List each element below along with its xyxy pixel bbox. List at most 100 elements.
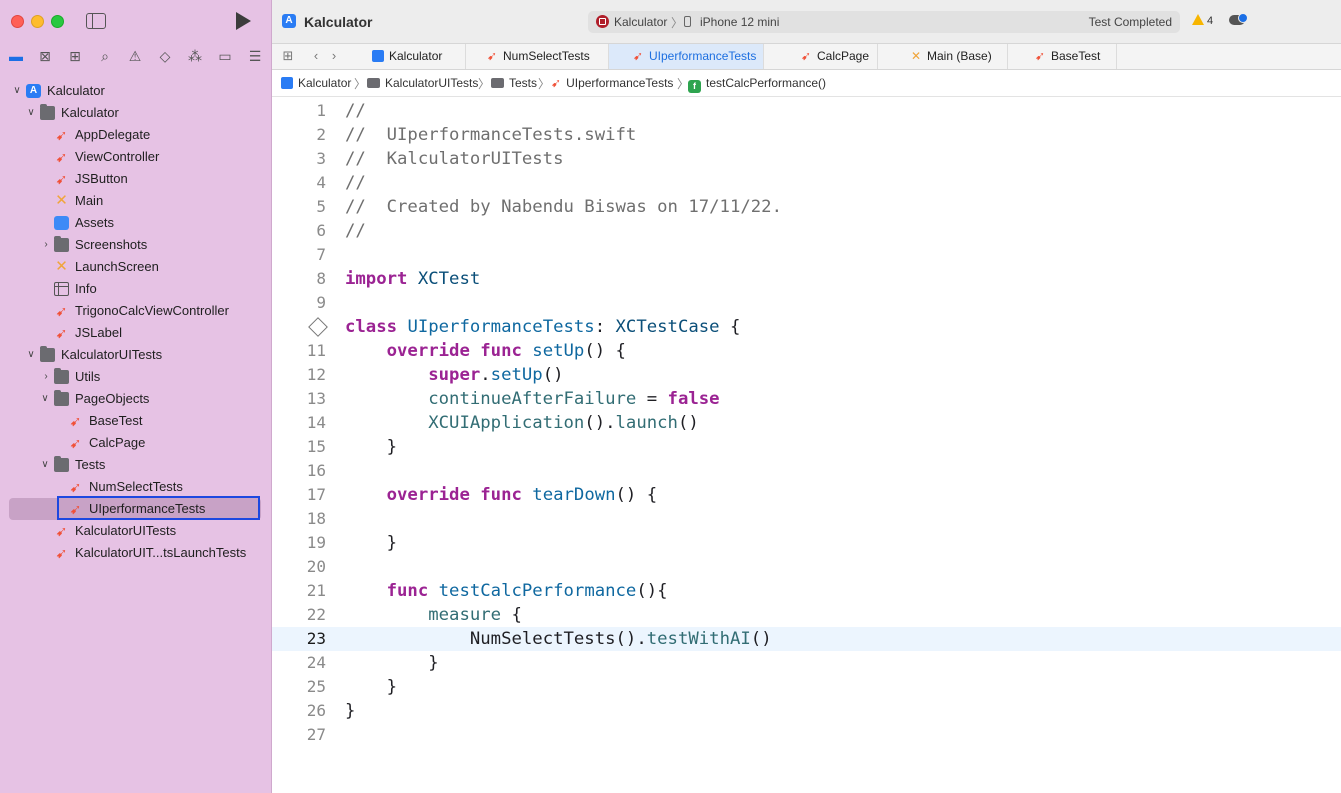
tree-item-file[interactable]: ✕ LaunchScreen xyxy=(0,256,271,278)
minimize-window-button[interactable] xyxy=(31,15,44,28)
line-number[interactable]: 13 xyxy=(272,387,326,411)
line-number[interactable]: 22 xyxy=(272,603,326,627)
line-number[interactable]: 19 xyxy=(272,531,326,555)
code-line[interactable]: 26} xyxy=(272,699,1341,723)
warnings-indicator[interactable]: 4 xyxy=(1192,14,1213,27)
run-destination[interactable]: iPhone 12 mini xyxy=(700,15,779,29)
forward-arrow-icon[interactable]: › xyxy=(326,48,342,64)
code-line[interactable]: class UIperformanceTests: XCTestCase { xyxy=(272,315,1341,339)
tree-item-file-selected[interactable]: ➹ UIperformanceTests xyxy=(9,498,261,520)
close-window-button[interactable] xyxy=(11,15,24,28)
symbol-navigator-icon[interactable]: ⊞ xyxy=(66,47,84,65)
tree-item-folder[interactable]: ∨ KalculatorUITests xyxy=(0,344,271,366)
breadcrumb-symbol[interactable]: f testCalcPerformance() xyxy=(688,76,826,93)
line-number[interactable]: 25 xyxy=(272,675,326,699)
line-number[interactable]: 6 xyxy=(272,219,326,243)
breadcrumb-project[interactable]: Kalculator xyxy=(281,76,351,90)
tab-basetest[interactable]: ➹ BaseTest xyxy=(1009,44,1117,69)
code-line[interactable]: 19 } xyxy=(272,531,1341,555)
line-number[interactable]: 12 xyxy=(272,363,326,387)
code-line[interactable]: 6 // xyxy=(272,219,1341,243)
code-line[interactable]: 17 override func tearDown() { xyxy=(272,483,1341,507)
source-control-navigator-icon[interactable]: ⊠ xyxy=(36,47,54,65)
code-line[interactable]: 12 super.setUp() xyxy=(272,363,1341,387)
debug-navigator-icon[interactable]: ⁂ xyxy=(186,47,204,65)
code-line[interactable]: 24 } xyxy=(272,651,1341,675)
code-line[interactable]: 2 // UIperformanceTests.swift xyxy=(272,123,1341,147)
line-number[interactable]: 11 xyxy=(272,339,326,363)
line-number[interactable]: 16 xyxy=(272,459,326,483)
code-line[interactable]: 13 continueAfterFailure = false xyxy=(272,387,1341,411)
line-number[interactable]: 21 xyxy=(272,579,326,603)
tree-item-file[interactable]: ➹ JSLabel xyxy=(0,322,271,344)
chevron-down-icon[interactable]: ∨ xyxy=(39,388,51,410)
tree-item-folder[interactable]: ∨ Tests xyxy=(0,454,271,476)
tree-item-file[interactable]: ➹ KalculatorUITests xyxy=(0,520,271,542)
code-line[interactable]: 3 // KalculatorUITests xyxy=(272,147,1341,171)
chevron-right-icon[interactable]: › xyxy=(40,234,52,256)
tree-item-folder[interactable]: ∨ PageObjects xyxy=(0,388,271,410)
line-number[interactable]: 3 xyxy=(272,147,326,171)
code-line[interactable]: 15 } xyxy=(272,435,1341,459)
line-number[interactable]: 24 xyxy=(272,651,326,675)
line-number[interactable]: 17 xyxy=(272,483,326,507)
test-navigator-icon[interactable]: ◇ xyxy=(156,47,174,65)
tab-main-base[interactable]: ✕ Main (Base) xyxy=(879,44,1008,69)
tab-kalculator[interactable]: Kalculator xyxy=(352,44,466,69)
code-line[interactable]: 11 override func setUp() { xyxy=(272,339,1341,363)
find-navigator-icon[interactable]: ⌕ xyxy=(96,47,114,65)
code-line[interactable]: 27 xyxy=(272,723,1341,747)
code-line[interactable]: 5 // Created by Nabendu Biswas on 17/11/2… xyxy=(272,195,1341,219)
line-number[interactable]: 26 xyxy=(272,699,326,723)
code-line[interactable]: 16 xyxy=(272,459,1341,483)
code-line[interactable]: 20 xyxy=(272,555,1341,579)
line-number[interactable]: 1 xyxy=(272,99,326,123)
breadcrumb-folder[interactable]: Tests xyxy=(491,76,537,90)
code-line[interactable]: 7 xyxy=(272,243,1341,267)
tree-item-file[interactable]: ➹ NumSelectTests xyxy=(0,476,271,498)
line-number[interactable]: 14 xyxy=(272,411,326,435)
tree-item-file[interactable]: Info xyxy=(0,278,271,300)
tree-item-file[interactable]: ➹ BaseTest xyxy=(0,410,271,432)
chevron-down-icon[interactable]: ∨ xyxy=(25,344,37,366)
code-line[interactable]: 1 // xyxy=(272,99,1341,123)
code-line[interactable]: 22 measure { xyxy=(272,603,1341,627)
tree-item-file[interactable]: ➹ ViewController xyxy=(0,146,271,168)
tree-item-folder[interactable]: ∨ Kalculator xyxy=(0,102,271,124)
tree-item-file[interactable]: ➹ TrigonoCalcViewController xyxy=(0,300,271,322)
breadcrumb-file[interactable]: ➹ UIperformanceTests xyxy=(551,76,673,90)
line-number[interactable]: 2 xyxy=(272,123,326,147)
tree-item-file[interactable]: Assets xyxy=(0,212,271,234)
line-number[interactable]: 8 xyxy=(272,267,326,291)
test-diamond-icon[interactable] xyxy=(308,317,328,337)
chevron-down-icon[interactable]: ∨ xyxy=(39,454,51,476)
report-navigator-icon[interactable]: ☰ xyxy=(246,47,264,65)
tab-uiperformancetests[interactable]: ➹ UIperformanceTests xyxy=(609,44,764,69)
breakpoint-navigator-icon[interactable]: ▭ xyxy=(216,47,234,65)
chevron-down-icon[interactable]: ∨ xyxy=(11,80,23,102)
line-number[interactable]: 5 xyxy=(272,195,326,219)
code-line[interactable]: 4 // xyxy=(272,171,1341,195)
tab-calcpage[interactable]: ➹ CalcPage xyxy=(765,44,878,69)
line-number[interactable]: 18 xyxy=(272,507,326,531)
code-line[interactable]: 25 } xyxy=(272,675,1341,699)
line-number[interactable]: 23 xyxy=(272,627,326,651)
grid-icon[interactable]: ⊞ xyxy=(280,48,296,64)
code-line[interactable]: 23 NumSelectTests().testWithAI() xyxy=(272,627,1341,651)
code-line[interactable]: 18 xyxy=(272,507,1341,531)
tree-item-file[interactable]: ➹ JSButton xyxy=(0,168,271,190)
scheme-selector[interactable]: Kalculator 〉 iPhone 12 mini Test Complet… xyxy=(588,11,1180,33)
line-number[interactable]: 4 xyxy=(272,171,326,195)
zoom-window-button[interactable] xyxy=(51,15,64,28)
source-editor[interactable]: 1 // 2 // UIperformanceTests.swift 3 // Kalcu… xyxy=(272,98,1341,793)
code-line[interactable]: 8 import XCTest xyxy=(272,267,1341,291)
chevron-down-icon[interactable]: ∨ xyxy=(25,102,37,124)
chevron-right-icon[interactable]: › xyxy=(40,366,52,388)
tree-item-file[interactable]: ➹ KalculatorUIT...tsLaunchTests xyxy=(0,542,271,564)
issue-navigator-icon[interactable]: ⚠ xyxy=(126,47,144,65)
line-number[interactable]: 27 xyxy=(272,723,326,747)
code-line[interactable]: 9 xyxy=(272,291,1341,315)
tree-item-file[interactable]: ✕ Main xyxy=(0,190,271,212)
tree-item-project[interactable]: ∨ A Kalculator xyxy=(0,80,271,102)
sidebar-toggle-icon[interactable] xyxy=(86,13,106,29)
